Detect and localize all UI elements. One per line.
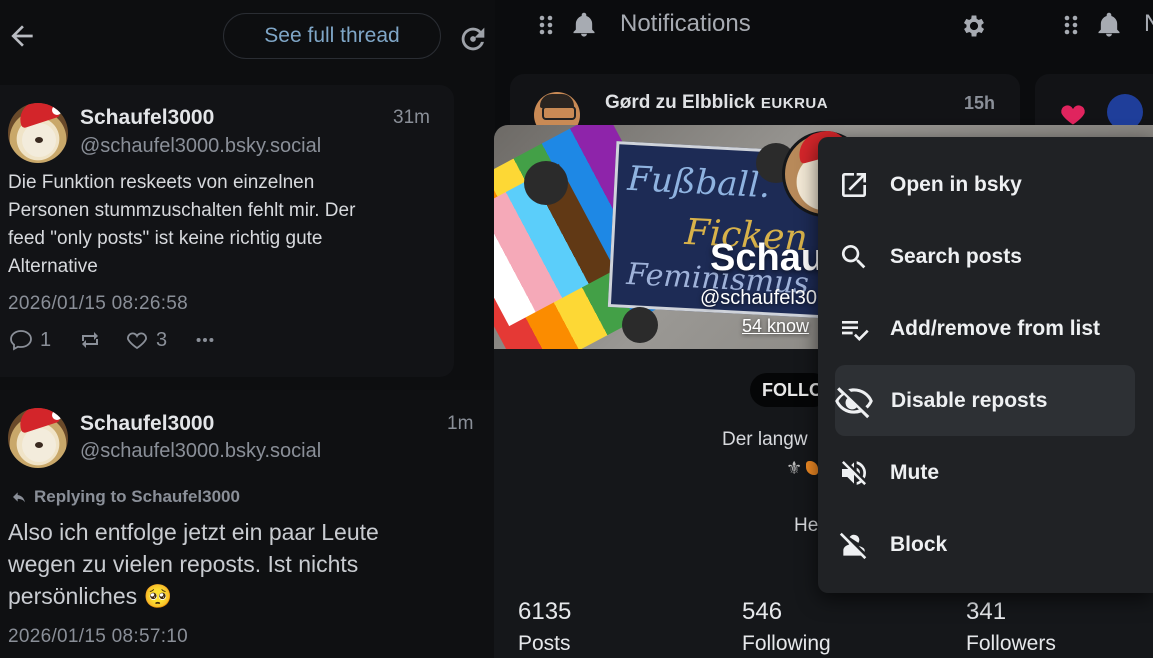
profile-handle: @schaufel30 bbox=[700, 287, 818, 309]
refresh-icon[interactable] bbox=[456, 22, 490, 56]
more-options-icon[interactable] bbox=[194, 328, 216, 352]
banner-sign-text: Fußball. bbox=[626, 158, 772, 207]
author-handle[interactable]: @schaufel3000.bsky.social bbox=[80, 440, 321, 463]
volume-off-icon bbox=[842, 461, 867, 486]
post-text-line: Personen stummzuschalten fehlt mir. Der bbox=[8, 200, 356, 221]
replying-to[interactable]: Replying to Schaufel3000 bbox=[10, 487, 240, 507]
menu-item-mute[interactable]: Mute bbox=[818, 437, 1153, 509]
post-text-line: Alternative bbox=[8, 256, 98, 277]
emoji-icon bbox=[806, 461, 818, 475]
playlist-check-icon bbox=[842, 321, 869, 341]
profile-bio: Der langw bbox=[722, 429, 808, 450]
menu-item-label: Search posts bbox=[890, 245, 1022, 268]
fleur-de-lis-icon: ⚜ bbox=[786, 458, 803, 478]
avatar[interactable] bbox=[8, 103, 68, 163]
bell-icon bbox=[570, 10, 598, 40]
post-time: 31m bbox=[393, 107, 430, 128]
post-text: Die Funktion reskeets von einzelnen Pers… bbox=[8, 169, 448, 281]
back-arrow-icon[interactable] bbox=[6, 20, 38, 52]
repost-icon bbox=[82, 332, 98, 348]
menu-item-label: Open in bsky bbox=[890, 173, 1022, 196]
heart-icon bbox=[127, 332, 147, 350]
author-name[interactable]: Schaufel3000 bbox=[80, 412, 214, 436]
menu-item-search-posts[interactable]: Search posts bbox=[818, 221, 1153, 293]
notification-author[interactable]: Gørd zu Elbblick EUKRUA bbox=[605, 92, 828, 114]
repost-button[interactable] bbox=[76, 328, 104, 352]
notification-author-tag: EUKRUA bbox=[760, 95, 829, 112]
profile-bio-line: He bbox=[794, 515, 819, 536]
notification-author-name: Gørd zu Elbblick bbox=[605, 92, 755, 113]
drag-handle-icon[interactable] bbox=[1064, 14, 1078, 36]
post-time: 1m bbox=[447, 413, 474, 434]
menu-item-label: Disable reposts bbox=[891, 389, 1048, 412]
like-button[interactable]: 3 bbox=[124, 328, 167, 352]
like-count: 3 bbox=[156, 328, 168, 351]
drag-handle-icon[interactable] bbox=[539, 14, 553, 36]
heart-icon bbox=[1061, 105, 1085, 125]
search-icon bbox=[841, 245, 866, 269]
reply-count: 1 bbox=[40, 328, 52, 351]
post-text-line: persönliches 🥺 bbox=[8, 583, 173, 609]
known-followers-link[interactable]: 54 know bbox=[742, 316, 809, 337]
posts-label[interactable]: Posts bbox=[518, 632, 571, 656]
eye-off-icon bbox=[835, 387, 873, 419]
post-date: 2026/01/15 08:26:58 bbox=[8, 293, 189, 314]
magnet-graphic bbox=[524, 161, 568, 205]
profile-context-menu: Open in bsky Search posts Add/remove fro… bbox=[818, 137, 1153, 593]
menu-item-label: Mute bbox=[890, 461, 939, 484]
gear-icon[interactable] bbox=[960, 12, 988, 40]
post-card[interactable]: Schaufel3000 1m @schaufel3000.bsky.socia… bbox=[0, 390, 495, 658]
author-handle[interactable]: @schaufel3000.bsky.social bbox=[80, 135, 321, 158]
post-card[interactable]: Schaufel3000 31m @schaufel3000.bsky.soci… bbox=[0, 85, 454, 377]
column-title-partial: N bbox=[1144, 10, 1153, 37]
notification-time: 15h bbox=[964, 93, 996, 113]
replying-to-text: Replying to Schaufel3000 bbox=[34, 487, 240, 506]
author-name[interactable]: Schaufel3000 bbox=[80, 106, 214, 130]
menu-item-open-in-bsky[interactable]: Open in bsky bbox=[818, 149, 1153, 221]
avatar[interactable] bbox=[8, 408, 68, 468]
following-label[interactable]: Following bbox=[742, 632, 831, 656]
post-text-line: feed "only posts" ist keine richtig gute bbox=[8, 228, 323, 249]
menu-item-label: Add/remove from list bbox=[890, 317, 1101, 340]
post-text-line: Also ich entfolge jetzt ein paar Leute bbox=[8, 519, 379, 545]
menu-item-block[interactable]: Block bbox=[818, 509, 1153, 581]
person-off-icon bbox=[839, 532, 867, 560]
reply-button[interactable]: 1 bbox=[8, 328, 51, 352]
menu-item-add-remove-list[interactable]: Add/remove from list bbox=[818, 293, 1153, 365]
magnet-graphic bbox=[622, 307, 658, 343]
thread-column: See full thread Schaufel3000 31m @schauf… bbox=[0, 0, 495, 658]
reply-arrow-icon bbox=[13, 492, 25, 503]
post-text: Also ich entfolge jetzt ein paar Leute w… bbox=[8, 516, 488, 612]
see-full-thread-button[interactable]: See full thread bbox=[223, 13, 441, 59]
post-text-line: wegen zu vielen reposts. Ist nichts bbox=[8, 551, 359, 577]
column-title: Notifications bbox=[620, 10, 751, 37]
menu-item-label: Block bbox=[890, 533, 948, 556]
post-text-line: Die Funktion reskeets von einzelnen bbox=[8, 172, 315, 193]
posts-count[interactable]: 6135 bbox=[518, 598, 571, 626]
following-count[interactable]: 546 bbox=[742, 598, 782, 626]
profile-display-name: Schau bbox=[710, 237, 825, 279]
post-date: 2026/01/15 08:57:10 bbox=[8, 626, 189, 647]
open-external-icon bbox=[842, 173, 866, 197]
bell-icon bbox=[1095, 10, 1123, 40]
menu-item-disable-reposts[interactable]: Disable reposts bbox=[818, 365, 1153, 437]
followers-count[interactable]: 341 bbox=[966, 598, 1006, 626]
followers-label[interactable]: Followers bbox=[966, 632, 1056, 656]
comment-icon bbox=[10, 330, 32, 351]
